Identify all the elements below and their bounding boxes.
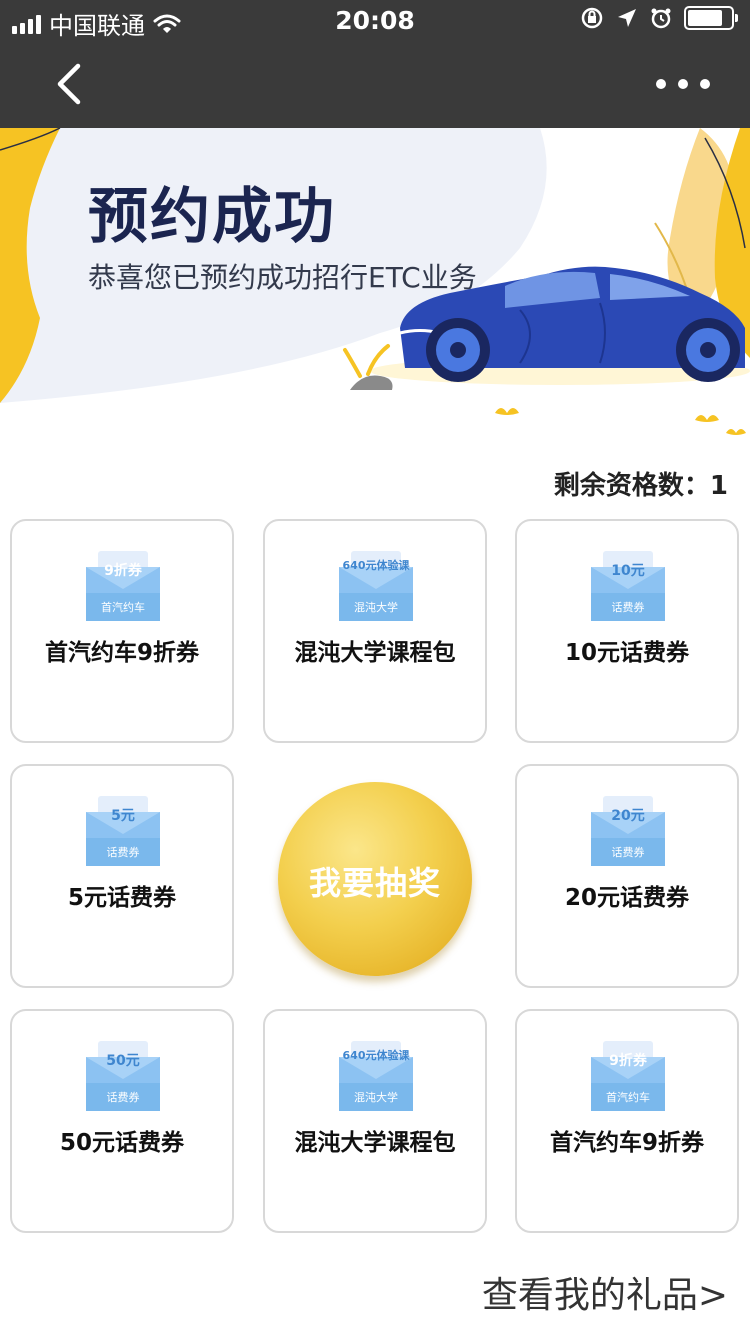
coupon-main-text: 9折券 <box>104 563 142 579</box>
coupon-main-text: 5元 <box>111 808 135 824</box>
coupon-sub-text: 话费券 <box>106 1091 140 1104</box>
more-button[interactable] <box>656 72 710 96</box>
coupon-main-text: 9折券 <box>609 1053 647 1069</box>
coupon-sub-text: 话费券 <box>106 846 140 859</box>
prize-label: 10元话费券 <box>564 640 689 666</box>
page-subtitle: 恭喜您已预约成功招行ETC业务 <box>88 261 477 294</box>
more-dot-icon <box>700 79 710 89</box>
coupon-main-text: 50元 <box>106 1053 140 1069</box>
coupon-icon: 9折券 首汽约车 <box>589 1039 667 1115</box>
coupon-main-text: 640元体验课 <box>342 1049 410 1062</box>
coupon-icon: 9折券 首汽约车 <box>84 549 162 625</box>
lottery-draw-label: 我要抽奖 <box>308 864 441 902</box>
coupon-sub-text: 混沌大学 <box>354 1091 398 1104</box>
prize-label: 混沌大学课程包 <box>294 1130 456 1156</box>
alarm-icon <box>651 8 671 29</box>
prize-card[interactable]: 50元 话费券 50元话费券 <box>10 1009 234 1233</box>
coupon-main-text: 10元 <box>611 563 645 579</box>
prize-label: 混沌大学课程包 <box>294 640 456 666</box>
coupon-icon: 640元体验课 混沌大学 <box>337 1039 415 1115</box>
prize-card[interactable]: 20元 话费券 20元话费券 <box>515 764 739 988</box>
coupon-sub-text: 首汽约车 <box>606 1091 650 1104</box>
prize-label: 20元话费券 <box>564 885 689 911</box>
chevron-left-icon <box>57 63 81 105</box>
coupon-main-text: 20元 <box>611 808 645 824</box>
more-dot-icon <box>656 79 666 89</box>
battery-icon <box>684 6 738 30</box>
coupon-sub-text: 话费券 <box>611 846 645 859</box>
prize-card[interactable]: 640元体验课 混沌大学 混沌大学课程包 <box>263 519 487 743</box>
prize-label: 5元话费券 <box>67 885 176 911</box>
coupon-icon: 50元 话费券 <box>84 1039 162 1115</box>
prize-card[interactable]: 5元 话费券 5元话费券 <box>10 764 234 988</box>
coupon-sub-text: 混沌大学 <box>354 601 398 614</box>
back-button[interactable] <box>50 60 90 108</box>
coupon-main-text: 640元体验课 <box>342 559 410 572</box>
prize-label: 50元话费券 <box>59 1130 184 1156</box>
remaining-count: 剩余资格数：1 <box>553 471 728 501</box>
rotation-lock-icon <box>581 7 603 29</box>
coupon-icon: 5元 话费券 <box>84 794 162 870</box>
prize-label: 首汽约车9折券 <box>44 640 199 666</box>
location-icon <box>618 9 636 27</box>
success-banner: 预约成功 恭喜您已预约成功招行ETC业务 <box>0 128 750 448</box>
prize-label: 首汽约车9折券 <box>549 1130 704 1156</box>
prize-card[interactable]: 640元体验课 混沌大学 混沌大学课程包 <box>263 1009 487 1233</box>
status-right <box>580 6 738 30</box>
coupon-icon: 10元 话费券 <box>589 549 667 625</box>
more-dot-icon <box>678 79 688 89</box>
nav-bar <box>0 40 750 128</box>
coupon-sub-text: 话费券 <box>611 601 645 614</box>
lottery-draw-button[interactable]: 我要抽奖 <box>278 782 472 976</box>
prize-card[interactable]: 10元 话费券 10元话费券 <box>515 519 739 743</box>
view-my-gifts-link[interactable]: 查看我的礼品> <box>482 1266 728 1318</box>
coupon-icon: 640元体验课 混沌大学 <box>337 549 415 625</box>
prize-card[interactable]: 9折券 首汽约车 首汽约车9折券 <box>515 1009 739 1233</box>
page-title: 预约成功 <box>88 182 336 252</box>
coupon-icon: 20元 话费券 <box>589 794 667 870</box>
prize-card[interactable]: 9折券 首汽约车 首汽约车9折券 <box>10 519 234 743</box>
coupon-sub-text: 首汽约车 <box>101 601 145 614</box>
status-bar: 中国联通 20:08 <box>0 0 750 40</box>
